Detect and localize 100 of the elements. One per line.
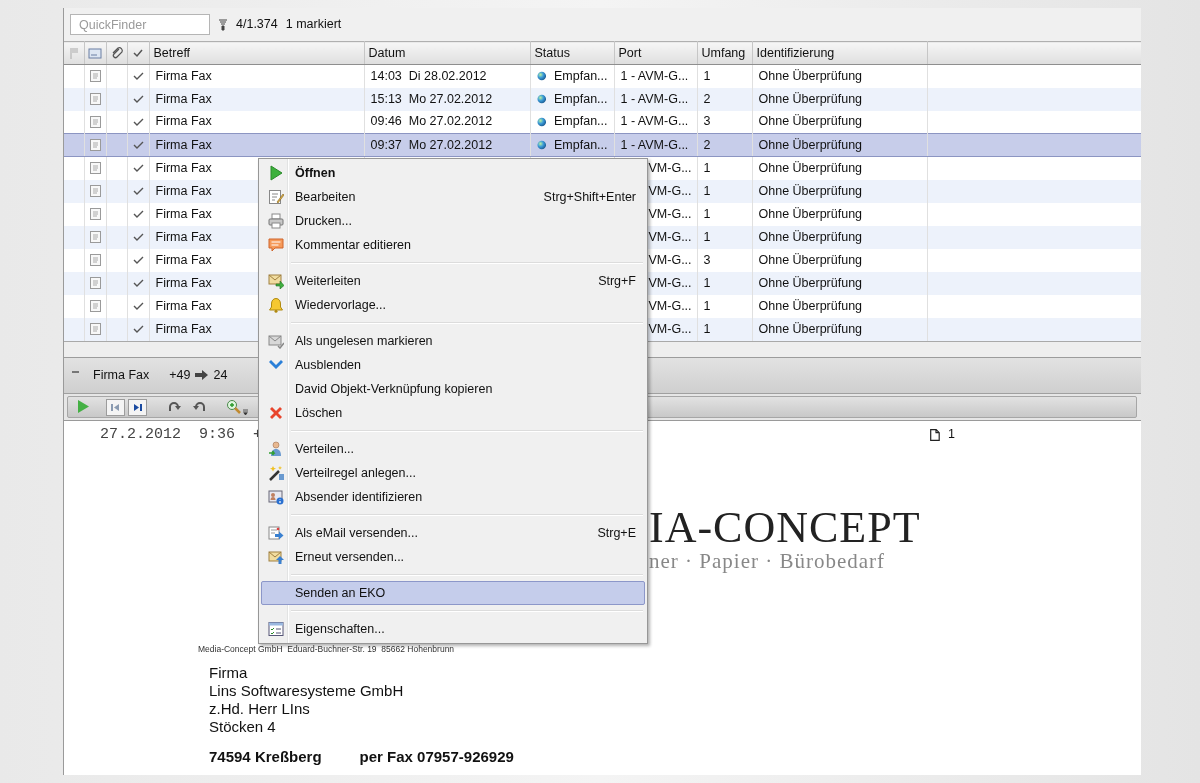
page-count: 1 <box>948 426 955 444</box>
menu-item[interactable]: Verteilen... <box>261 437 645 461</box>
table-row[interactable]: Firma Fax 14:03 Di 28.02.2012 Empfan... 1 - AVM-G... 1 Ohne Überprüfung <box>64 64 1141 88</box>
logo-text: IA-CONCEPT <box>649 506 922 550</box>
person-icon <box>268 441 284 457</box>
address-line: Stöcken 4 <box>209 717 277 736</box>
menu-item[interactable]: Erneut versenden... <box>261 545 645 569</box>
menu-item[interactable]: Löschen <box>261 401 645 425</box>
table-cell: 1 <box>697 294 752 318</box>
status-text: Empfan... <box>554 67 608 85</box>
comment-icon <box>268 237 284 253</box>
sender-address: Media-Concept GmbH Eduard-Buchner-Str. 19 85662 Hohenbrunn <box>198 643 456 656</box>
table-cell: 1 <box>697 202 752 226</box>
column-header[interactable]: Identifizierung <box>752 41 927 65</box>
properties-icon <box>268 621 284 637</box>
document-icon <box>89 277 101 289</box>
zoom-in-icon <box>226 398 250 415</box>
address-line: z.Hd. Herr LIns <box>209 699 311 718</box>
table-cell: 1 - AVM-G... <box>614 64 697 88</box>
table-cell: Ohne Überprüfung <box>752 64 927 88</box>
play-icon <box>268 165 284 181</box>
table-row[interactable]: Firma Fax 09:37 Mo 27.02.2012 Empfan... 1 - AVM-G... 2 Ohne Überprüfung <box>64 133 1141 157</box>
document-icon <box>89 254 101 266</box>
table-cell: 1 <box>697 64 752 88</box>
table-cell: Ohne Überprüfung <box>752 317 927 341</box>
document-icon <box>89 93 101 105</box>
status-text: Empfan... <box>554 113 608 131</box>
undo-icon <box>192 400 206 413</box>
table-row[interactable]: Firma Fax 15:13 Mo 27.02.2012 Empfan... 1 - AVM-G... 2 Ohne Überprüfung <box>64 87 1141 111</box>
document-icon <box>89 323 101 335</box>
table-cell: Firma Fax <box>149 87 364 111</box>
menu-item[interactable]: Senden an EKO <box>261 581 645 605</box>
document-icon <box>89 115 101 128</box>
table-cell: Ohne Überprüfung <box>752 133 927 157</box>
document-icon <box>89 139 101 151</box>
sender-text: Firma Fax <box>93 366 150 384</box>
menu-item[interactable]: Eigenschaften... <box>261 617 645 641</box>
count-text: 4/1.374 <box>236 16 278 34</box>
table-cell: 1 - AVM-G... <box>614 87 697 111</box>
printer-icon <box>268 213 284 229</box>
quickfinder-field[interactable]: QuickFinder <box>70 14 210 35</box>
column-header[interactable]: Betreff <box>149 41 364 65</box>
play-icon <box>76 400 90 413</box>
page-icon <box>930 428 941 441</box>
document-icon <box>89 185 101 197</box>
envelope-icon <box>268 333 284 349</box>
table-cell: Ohne Überprüfung <box>752 225 927 249</box>
table-cell: Ohne Überprüfung <box>752 271 927 295</box>
last-page-button[interactable] <box>128 398 147 416</box>
table-cell: 3 <box>697 248 752 272</box>
fax-number: per Fax 07957-926929 <box>359 747 514 766</box>
table-cell: 1 <box>697 225 752 249</box>
status-text: Empfan... <box>554 90 608 108</box>
menu-item[interactable]: Verteilregel anlegen... <box>261 461 645 485</box>
table-cell: Firma Fax <box>149 133 364 157</box>
column-header[interactable]: Status <box>530 41 614 65</box>
table-cell: 2 <box>697 133 752 157</box>
table-cell: 1 <box>697 179 752 203</box>
menu-item[interactable]: Absender identifizieren <box>261 485 645 509</box>
document-icon <box>89 162 101 175</box>
document-icon <box>89 70 101 83</box>
status-dot-icon <box>536 94 546 104</box>
status-dot-icon <box>536 140 546 150</box>
document-icon <box>89 208 101 220</box>
forward-mail-icon <box>268 273 284 289</box>
menu-item[interactable]: Ausblenden <box>261 353 645 377</box>
table-cell: 1 <box>697 271 752 295</box>
address-line: Firma <box>209 663 249 682</box>
column-header[interactable]: Datum <box>364 41 530 65</box>
address-line: 74594 Kreßberg <box>209 747 322 766</box>
address-line: Lins Softwaresysteme GmbH <box>209 681 405 700</box>
status-dot-icon <box>536 71 546 82</box>
table-cell: 1 <box>697 317 752 341</box>
filter-icon[interactable] <box>218 18 228 31</box>
send-icon <box>268 525 284 541</box>
column-header[interactable]: Umfang <box>697 41 752 65</box>
table-cell: 09:37 Mo 27.02.2012 <box>364 133 530 157</box>
document-icon <box>89 300 101 312</box>
redo-icon <box>167 400 181 413</box>
table-cell: Ohne Überprüfung <box>752 156 927 180</box>
table-cell: 1 <box>697 156 752 180</box>
contact-card-icon <box>268 489 284 505</box>
menu-item[interactable]: David Objekt-Verknüpfung kopieren <box>261 377 645 401</box>
status-dot-icon <box>536 116 546 127</box>
status-text: Empfan... <box>554 136 608 154</box>
document-icon <box>89 231 101 243</box>
menu-item[interactable]: Als eMail versenden... Strg+E <box>261 521 645 545</box>
table-cell: 1 - AVM-G... <box>614 133 697 157</box>
table-cell: 15:13 Mo 27.02.2012 <box>364 87 530 111</box>
column-header[interactable]: Port <box>614 41 697 65</box>
table-cell: Ohne Überprüfung <box>752 202 927 226</box>
table-cell: Ohne Überprüfung <box>752 179 927 203</box>
table-cell: Ohne Überprüfung <box>752 294 927 318</box>
table-cell: Ohne Überprüfung <box>752 87 927 111</box>
tagline-text: ner · Papier · Bürobedarf <box>649 550 887 574</box>
selection-text: 1 markiert <box>285 16 342 34</box>
edit-icon <box>268 189 284 205</box>
arrow-icon <box>194 369 210 381</box>
bell-icon <box>268 297 284 313</box>
table-cell: Firma Fax <box>149 64 364 88</box>
